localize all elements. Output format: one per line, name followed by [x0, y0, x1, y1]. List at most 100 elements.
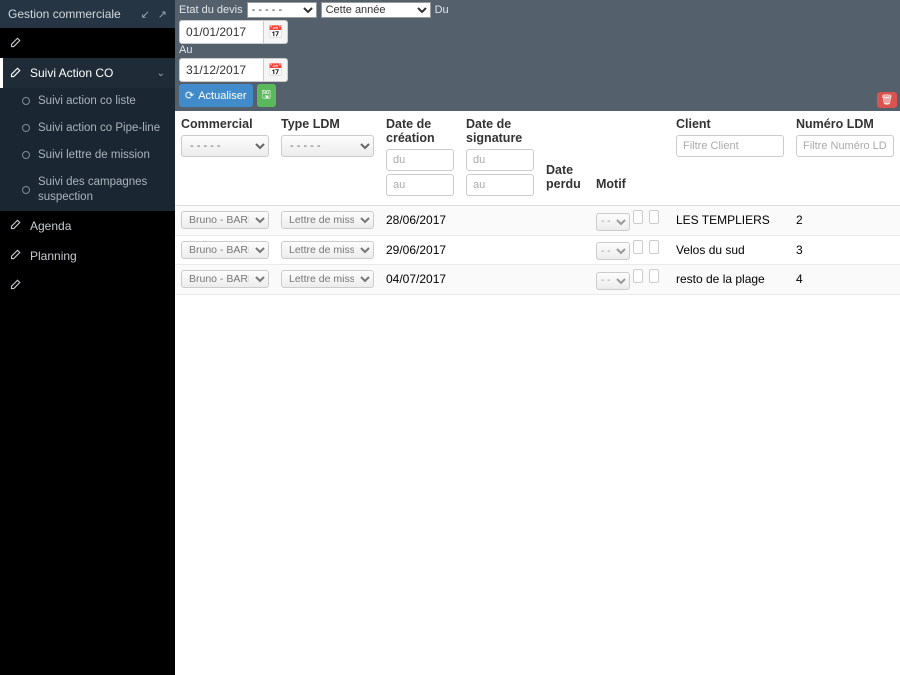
row-type-select[interactable]: Lettre de mission BN [281, 241, 374, 259]
row-numero: 2 [790, 206, 900, 236]
sidebar-item-label: Suivi Action CO [30, 66, 113, 80]
row-date-creation: 28/06/2017 [380, 206, 460, 236]
filter-creation-du[interactable] [386, 149, 454, 171]
row-client: resto de la plage [670, 265, 790, 295]
sidebar-sub-lettre-mission[interactable]: Suivi lettre de mission [0, 142, 175, 169]
th-date-creation: Date de création [386, 117, 454, 145]
etat-select[interactable]: - - - - - [247, 2, 317, 18]
refresh-button[interactable]: ⟳ Actualiser [179, 84, 253, 107]
row-date-creation: 04/07/2017 [380, 265, 460, 295]
sidebar-sub-label: Suivi des campagnes suspection [38, 175, 165, 205]
edit-icon [10, 218, 22, 233]
edit-icon [10, 248, 22, 263]
row-action-1[interactable] [633, 269, 643, 283]
date-au-input[interactable] [179, 58, 264, 82]
table-row: Bruno - BARBERA Lettre de mission BN 28/… [175, 206, 900, 236]
th-type-ldm: Type LDM [281, 117, 374, 131]
row-date-signature [460, 265, 540, 295]
chevron-down-icon: ⌄ [157, 68, 165, 79]
expand-icon[interactable]: ↗ [158, 8, 167, 21]
sidebar: Gestion commerciale ↙ ↗ Suivi Action CO … [0, 0, 175, 675]
row-action-2[interactable] [649, 210, 659, 224]
sidebar-sub-campagnes[interactable]: Suivi des campagnes suspection [0, 169, 175, 211]
filter-creation-au[interactable] [386, 174, 454, 196]
refresh-label: Actualiser [198, 90, 246, 102]
calendar-icon: 📅 [268, 25, 283, 39]
sidebar-item-agenda[interactable]: Agenda [0, 211, 175, 241]
row-motif-select[interactable]: - - - [596, 213, 630, 231]
th-date-perdu: Date perdu [546, 163, 584, 191]
table-container: Commercial - - - - - Type LDM - - - - - [175, 111, 900, 675]
sidebar-submenu: Suivi action co liste Suivi action co Pi… [0, 88, 175, 211]
table-row: Bruno - BARBERA Lettre de mission BN 29/… [175, 235, 900, 265]
filter-signature-du[interactable] [466, 149, 534, 171]
table-body: Bruno - BARBERA Lettre de mission BN 28/… [175, 206, 900, 295]
th-client: Client [676, 117, 784, 131]
row-motif-select[interactable]: - - - [596, 242, 630, 260]
sidebar-item-label: Agenda [30, 219, 71, 233]
row-date-creation: 29/06/2017 [380, 235, 460, 265]
row-action-1[interactable] [633, 240, 643, 254]
sidebar-item-edit-2[interactable] [0, 271, 175, 301]
sidebar-header: Gestion commerciale ↙ ↗ [0, 0, 175, 28]
sidebar-sub-pipeline[interactable]: Suivi action co Pipe-line [0, 115, 175, 142]
refresh-icon: ⟳ [185, 89, 194, 102]
sidebar-item-suivi-action-co[interactable]: Suivi Action CO ⌄ [0, 58, 175, 88]
filter-bar: Etat du devis - - - - - Cette année Du 📅… [175, 0, 900, 111]
row-date-signature [460, 206, 540, 236]
sidebar-item-label: Planning [30, 249, 77, 263]
sidebar-sub-label: Suivi action co liste [38, 94, 136, 109]
main-area: Etat du devis - - - - - Cette année Du 📅… [175, 0, 900, 675]
row-type-select[interactable]: Lettre de mission BN [281, 270, 374, 288]
delete-button[interactable]: 🗑 [877, 92, 897, 108]
sidebar-sub-label: Suivi action co Pipe-line [38, 121, 160, 136]
export-button[interactable]: 🖫 [257, 84, 276, 107]
row-commercial-select[interactable]: Bruno - BARBERA [181, 211, 269, 229]
au-label: Au [179, 44, 192, 56]
edit-icon [10, 278, 22, 293]
th-numero-ldm: Numéro LDM [796, 117, 894, 131]
row-type-select[interactable]: Lettre de mission BN [281, 211, 374, 229]
th-motif: Motif [596, 177, 664, 191]
th-commercial: Commercial [181, 117, 269, 131]
etat-label: Etat du devis [179, 4, 243, 16]
row-client: Velos du sud [670, 235, 790, 265]
periode-select[interactable]: Cette année [321, 2, 431, 18]
row-numero: 4 [790, 265, 900, 295]
filter-signature-au[interactable] [466, 174, 534, 196]
edit-icon [10, 36, 22, 51]
app-title: Gestion commerciale [8, 7, 121, 21]
circle-icon [22, 151, 30, 159]
du-label: Du [435, 4, 449, 16]
data-table: Commercial - - - - - Type LDM - - - - - [175, 111, 900, 295]
filter-client-input[interactable] [676, 135, 784, 157]
circle-icon [22, 124, 30, 132]
sidebar-sub-liste[interactable]: Suivi action co liste [0, 88, 175, 115]
circle-icon [22, 97, 30, 105]
circle-icon [22, 186, 30, 194]
trash-icon: 🗑 [881, 95, 894, 106]
filter-commercial-select[interactable]: - - - - - [181, 135, 269, 157]
sidebar-item-planning[interactable]: Planning [0, 241, 175, 271]
th-date-signature: Date de signature [466, 117, 534, 145]
filter-numero-input[interactable] [796, 135, 894, 157]
sidebar-sub-label: Suivi lettre de mission [38, 148, 150, 163]
calendar-icon: 📅 [268, 63, 283, 77]
date-du-picker-button[interactable]: 📅 [264, 20, 288, 44]
edit-icon [10, 66, 22, 81]
row-commercial-select[interactable]: Bruno - BARBERA [181, 241, 269, 259]
sidebar-item-edit-1[interactable] [0, 28, 175, 58]
row-action-1[interactable] [633, 210, 643, 224]
collapse-icon[interactable]: ↙ [141, 8, 150, 21]
row-action-2[interactable] [649, 240, 659, 254]
save-icon: 🖫 [262, 89, 271, 101]
row-motif-select[interactable]: - - - [596, 272, 630, 290]
row-numero: 3 [790, 235, 900, 265]
row-client: LES TEMPLIERS [670, 206, 790, 236]
row-date-signature [460, 235, 540, 265]
row-commercial-select[interactable]: Bruno - BARBERA [181, 270, 269, 288]
date-du-input[interactable] [179, 20, 264, 44]
date-au-picker-button[interactable]: 📅 [264, 58, 288, 82]
row-action-2[interactable] [649, 269, 659, 283]
filter-type-select[interactable]: - - - - - [281, 135, 374, 157]
